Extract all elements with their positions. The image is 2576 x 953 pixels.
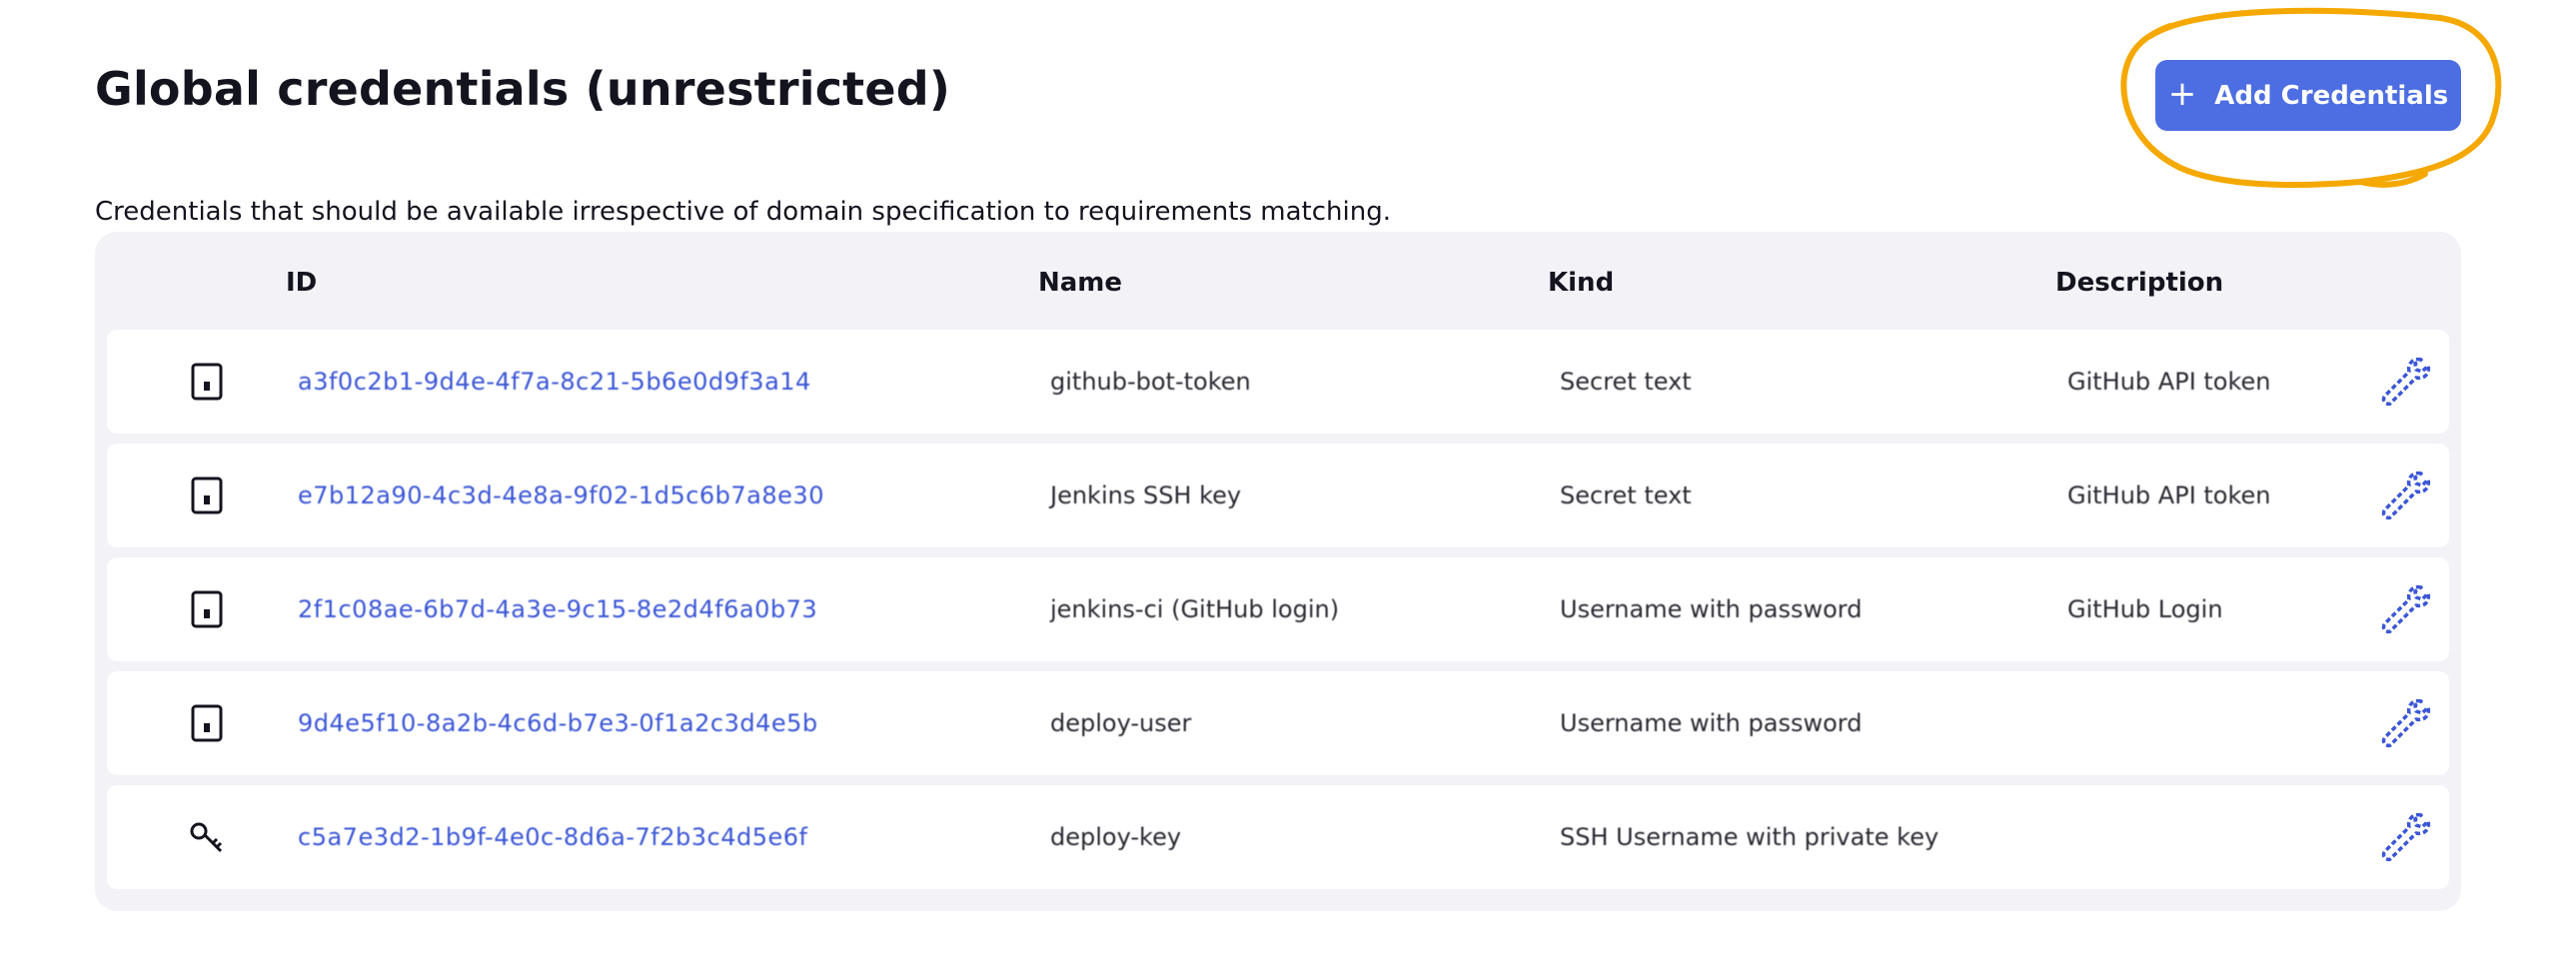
column-header-kind: Kind xyxy=(1548,268,1615,298)
wrench-icon[interactable] xyxy=(2375,671,2435,775)
wrench-icon[interactable] xyxy=(2375,557,2435,661)
page-description: Credentials that should be available irr… xyxy=(95,197,1391,227)
table-row: e7b12a90-4c3d-4e8a-9f02-1d5c6b7a8e30 Jenk… xyxy=(107,444,2449,547)
credential-id-cell: 2f1c08ae-6b7d-4a3e-9c15-8e2d4f6a0b73 xyxy=(298,557,817,661)
credentials-table: ID Name Kind Description a3f0c2b1-9d4e-4… xyxy=(95,232,2461,911)
credential-kind: Username with password xyxy=(1560,595,1863,623)
credential-name: deploy-user xyxy=(1050,709,1192,737)
table-row: a3f0c2b1-9d4e-4f7a-8c21-5b6e0d9f3a14 gith… xyxy=(107,330,2449,434)
add-credentials-label: Add Credentials xyxy=(2214,80,2449,111)
credential-kind: SSH Username with private key xyxy=(1560,823,1939,851)
credentials-page: Global credentials (unrestricted) + Add … xyxy=(0,0,2576,953)
wrench-icon[interactable] xyxy=(2375,785,2435,889)
credential-id-cell: c5a7e3d2-1b9f-4e0c-8d6a-7f2b3c4d5e6f xyxy=(298,785,807,889)
credential-id-cell: a3f0c2b1-9d4e-4f7a-8c21-5b6e0d9f3a14 xyxy=(298,330,811,434)
credential-icon xyxy=(187,444,227,547)
credential-name: github-bot-token xyxy=(1050,368,1251,396)
credential-description: GitHub API token xyxy=(2067,481,2271,509)
column-header-id: ID xyxy=(286,268,318,298)
credential-id-cell: 9d4e5f10-8a2b-4c6d-b7e3-0f1a2c3d4e5b xyxy=(298,671,818,775)
credential-description: GitHub Login xyxy=(2067,595,2223,623)
credential-icon xyxy=(187,330,227,434)
table-row: 2f1c08ae-6b7d-4a3e-9c15-8e2d4f6a0b73 jenk… xyxy=(107,557,2449,661)
wrench-icon[interactable] xyxy=(2375,330,2435,434)
table-header: ID Name Kind Description xyxy=(95,232,2461,330)
credential-id-link[interactable]: 2f1c08ae-6b7d-4a3e-9c15-8e2d4f6a0b73 xyxy=(298,595,817,623)
credential-name: Jenkins SSH key xyxy=(1050,481,1242,509)
credential-icon xyxy=(187,671,227,775)
credential-kind: Secret text xyxy=(1560,368,1692,396)
table-row: c5a7e3d2-1b9f-4e0c-8d6a-7f2b3c4d5e6f depl… xyxy=(107,785,2449,889)
credential-kind: Username with password xyxy=(1560,709,1863,737)
credential-icon xyxy=(187,557,227,661)
page-title: Global credentials (unrestricted) xyxy=(95,62,951,116)
add-credentials-button[interactable]: + Add Credentials xyxy=(2155,60,2461,131)
credential-id-link[interactable]: e7b12a90-4c3d-4e8a-9f02-1d5c6b7a8e30 xyxy=(298,481,824,509)
credential-name: deploy-key xyxy=(1050,823,1182,851)
credential-id-cell: e7b12a90-4c3d-4e8a-9f02-1d5c6b7a8e30 xyxy=(298,444,824,547)
table-row: 9d4e5f10-8a2b-4c6d-b7e3-0f1a2c3d4e5b depl… xyxy=(107,671,2449,775)
credential-id-link[interactable]: a3f0c2b1-9d4e-4f7a-8c21-5b6e0d9f3a14 xyxy=(298,368,811,396)
credential-id-link[interactable]: c5a7e3d2-1b9f-4e0c-8d6a-7f2b3c4d5e6f xyxy=(298,823,807,851)
credential-name: jenkins-ci (GitHub login) xyxy=(1050,595,1340,623)
credential-id-link[interactable]: 9d4e5f10-8a2b-4c6d-b7e3-0f1a2c3d4e5b xyxy=(298,709,818,737)
column-header-description: Description xyxy=(2055,268,2224,298)
credential-description: GitHub API token xyxy=(2067,368,2271,396)
column-header-name: Name xyxy=(1038,268,1123,298)
key-icon xyxy=(187,785,227,889)
credential-kind: Secret text xyxy=(1560,481,1692,509)
wrench-icon[interactable] xyxy=(2375,444,2435,547)
plus-icon: + xyxy=(2167,74,2197,114)
